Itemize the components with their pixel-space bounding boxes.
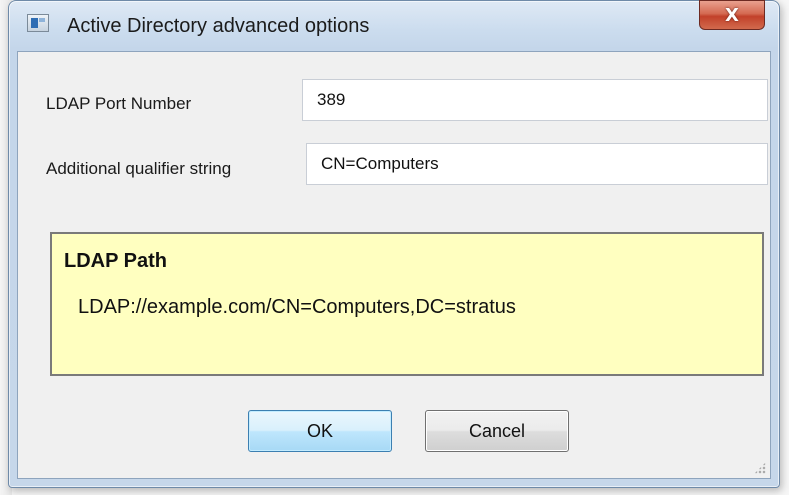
ok-button-label: OK bbox=[306, 420, 333, 441]
ldap-path-panel: LDAP Path LDAP://example.com/CN=Computer… bbox=[50, 232, 764, 376]
title-bar[interactable]: Active Directory advanced options X bbox=[9, 0, 779, 51]
qualifier-label: Additional qualifier string bbox=[46, 159, 232, 178]
ldap-path-heading: LDAP Path bbox=[64, 250, 167, 272]
ldap-port-label: LDAP Port Number bbox=[46, 94, 192, 113]
close-icon: X bbox=[725, 4, 739, 26]
window-title: Active Directory advanced options bbox=[67, 15, 370, 37]
dialog-window: Active Directory advanced options X LDAP… bbox=[8, 0, 780, 488]
cancel-button-label: Cancel bbox=[468, 420, 526, 441]
cancel-button[interactable]: Cancel bbox=[425, 410, 569, 452]
ldap-port-input[interactable] bbox=[302, 79, 768, 121]
ldap-path-value: LDAP://example.com/CN=Computers,DC=strat… bbox=[78, 296, 516, 318]
ok-button[interactable]: OK bbox=[248, 410, 392, 452]
application-icon bbox=[27, 14, 49, 32]
dialog-body: LDAP Port Number Additional qualifier st… bbox=[17, 51, 771, 479]
resize-grip[interactable] bbox=[754, 462, 766, 474]
qualifier-input[interactable] bbox=[306, 143, 768, 185]
close-button[interactable]: X bbox=[699, 0, 765, 30]
